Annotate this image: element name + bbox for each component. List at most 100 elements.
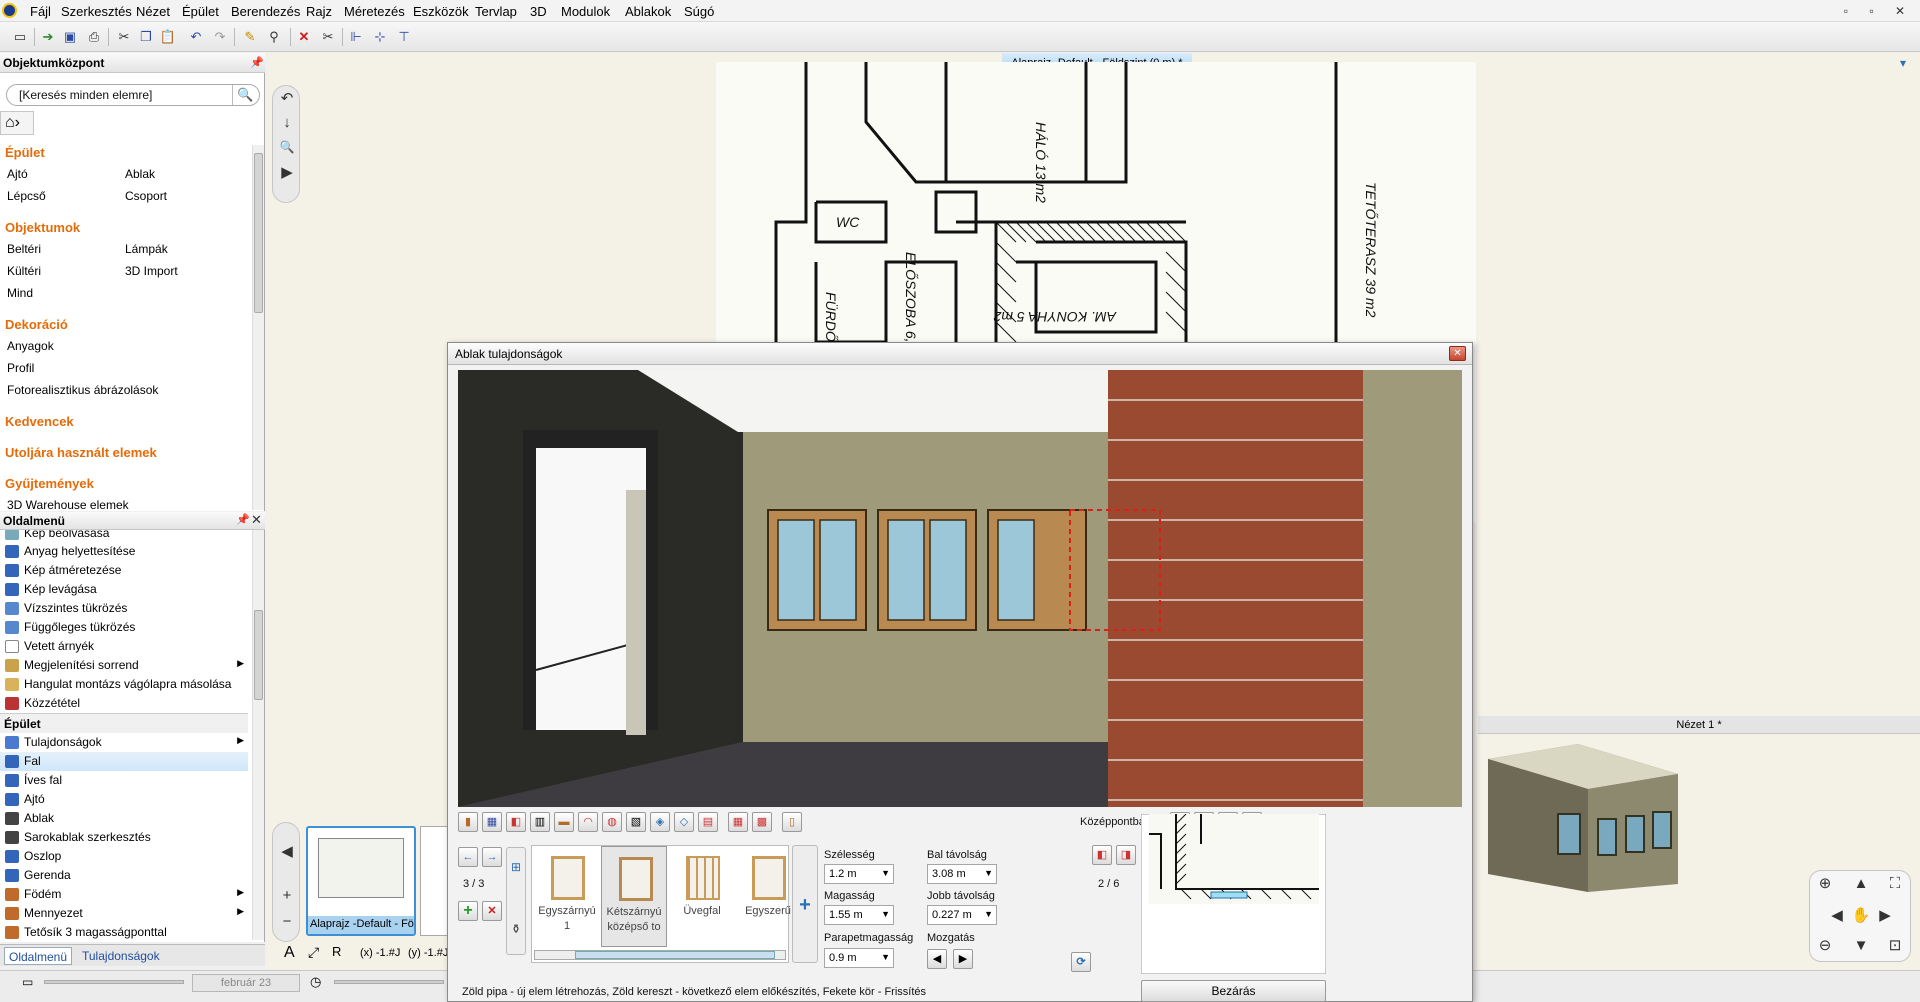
- parapet-field[interactable]: 0.9 m ▼: [824, 948, 894, 968]
- pan-left-icon[interactable]: ◀: [1826, 905, 1848, 927]
- side-item-roof-plane[interactable]: Tetősík 3 magasságponttal: [0, 923, 248, 940]
- menu-layout[interactable]: Tervlap: [475, 4, 517, 19]
- side-item-crop-image[interactable]: Kép levágása: [0, 580, 248, 599]
- mini-plan-view[interactable]: [1141, 814, 1326, 974]
- width-field[interactable]: 1.2 m ▼: [824, 864, 894, 884]
- side-item-properties[interactable]: Tulajdonságok ▶: [0, 733, 248, 752]
- category-objects[interactable]: Objektumok: [5, 220, 80, 235]
- paint-tool-icon[interactable]: ◍: [602, 812, 622, 832]
- tab-side-menu[interactable]: Oldalmenü: [4, 947, 73, 965]
- date-field[interactable]: február 23: [192, 974, 300, 992]
- menu-dimension[interactable]: Méretezés: [344, 4, 405, 19]
- home-breadcrumb-icon[interactable]: ⌂›: [0, 111, 34, 135]
- wall-tool-icon[interactable]: ▤: [698, 812, 718, 832]
- copy-icon[interactable]: ❐: [136, 27, 156, 47]
- close-icon[interactable]: ✕: [251, 512, 262, 528]
- redo-icon[interactable]: ↷: [210, 27, 230, 47]
- menu-edit[interactable]: Szerkesztés: [61, 4, 132, 19]
- tab-properties[interactable]: Tulajdonságok: [78, 947, 164, 965]
- pan-up-icon[interactable]: ▲: [1850, 873, 1872, 895]
- menu-furniture[interactable]: Berendezés: [231, 4, 300, 19]
- obj-indoor[interactable]: Beltéri: [7, 242, 41, 256]
- window-type-card-selected[interactable]: Kétszárnyú középső to: [601, 846, 667, 947]
- menu-view[interactable]: Nézet: [136, 4, 170, 19]
- scroll-down-icon[interactable]: ↓: [276, 112, 298, 134]
- prev-page-icon[interactable]: ◀: [276, 841, 298, 863]
- play-icon[interactable]: ▶: [276, 162, 298, 184]
- brush-icon[interactable]: ✎: [240, 27, 260, 47]
- height-field[interactable]: 1.55 m ▼: [824, 905, 894, 925]
- move-left-icon[interactable]: ◀: [927, 949, 947, 969]
- zoom-window-icon[interactable]: ⊡: [1884, 935, 1906, 957]
- pin-icon[interactable]: 📌: [236, 513, 250, 526]
- align-top-icon[interactable]: ⊤: [394, 27, 414, 47]
- menu-tools[interactable]: Eszközök: [413, 4, 469, 19]
- close-button[interactable]: Bezárás: [1141, 980, 1326, 1002]
- menu-help[interactable]: Súgó: [684, 4, 714, 19]
- refresh-icon[interactable]: ⟳: [1071, 952, 1091, 972]
- 3d-view-tab[interactable]: Nézet 1 *: [1478, 716, 1920, 734]
- prev-view-icon[interactable]: ◧: [1092, 845, 1112, 865]
- frame-tool-icon[interactable]: ▯: [782, 812, 802, 832]
- obj-materials[interactable]: Anyagok: [7, 339, 54, 353]
- side-item-slab[interactable]: Födém ▶: [0, 885, 248, 904]
- close-icon[interactable]: ✕: [1449, 346, 1466, 361]
- pan-right-icon[interactable]: ▶: [1874, 905, 1896, 927]
- add-page-icon[interactable]: +: [276, 885, 298, 907]
- side-item-ceiling[interactable]: Mennyezet ▶: [0, 904, 248, 923]
- print-icon[interactable]: ⎙: [84, 27, 104, 47]
- page-thumbnail[interactable]: Alaprajz -Default - Föld: [306, 826, 416, 936]
- next-view-icon[interactable]: ◨: [1116, 845, 1136, 865]
- pick-icon[interactable]: ⚲: [264, 27, 284, 47]
- cut-elements-icon[interactable]: ✂: [318, 27, 338, 47]
- save-icon[interactable]: ▣: [60, 27, 80, 47]
- side-item-mood-montage[interactable]: Hangulat montázs vágólapra másolása: [0, 675, 248, 694]
- paint-bucket-icon[interactable]: ⚱: [505, 918, 527, 940]
- side-item-shadow[interactable]: Vetett árnyék: [0, 637, 248, 656]
- side-item-replace-material[interactable]: Anyag helyettesítése: [0, 542, 248, 561]
- add-icon[interactable]: +: [458, 901, 478, 921]
- image-tool-icon[interactable]: ▧: [626, 812, 646, 832]
- material-tool-icon[interactable]: ◧: [506, 812, 526, 832]
- side-item-curved-wall[interactable]: Íves fal: [0, 771, 248, 790]
- obj-photorealistic[interactable]: Fotorealisztikus ábrázolások: [7, 383, 158, 397]
- radius-icon[interactable]: R: [332, 944, 341, 959]
- time-slider[interactable]: [44, 980, 184, 984]
- next-arrow-icon[interactable]: →: [482, 847, 502, 867]
- new-file-icon[interactable]: ▭: [10, 27, 30, 47]
- screen-icon[interactable]: ▭: [22, 975, 33, 989]
- text-tool-icon[interactable]: A: [284, 944, 295, 962]
- obj-door[interactable]: Ajtó: [7, 167, 28, 181]
- remove-page-icon[interactable]: −: [276, 911, 298, 933]
- side-item-resize-image[interactable]: Kép átméretezése: [0, 561, 248, 580]
- window-type-card[interactable]: Egyszárnyú 1: [534, 846, 600, 947]
- delete-icon[interactable]: ✕: [294, 27, 314, 47]
- menu-draw[interactable]: Rajz: [306, 4, 332, 19]
- category-collections[interactable]: Gyűjtemények: [5, 476, 94, 491]
- prev-arrow-icon[interactable]: ←: [458, 847, 478, 867]
- menu-3d[interactable]: 3D: [530, 4, 547, 19]
- category-decoration[interactable]: Dekoráció: [5, 317, 68, 332]
- menu-modules[interactable]: Modulok: [561, 4, 610, 19]
- obj-stairs[interactable]: Lépcső: [7, 189, 46, 203]
- window-type-card[interactable]: Üvegfal: [669, 846, 735, 947]
- hour-slider[interactable]: [334, 980, 444, 984]
- zoom-icon[interactable]: 🔍: [276, 136, 298, 158]
- hand-icon[interactable]: ✋: [1850, 905, 1872, 927]
- side-item-beam[interactable]: Gerenda: [0, 866, 248, 885]
- side-menu-scrollbar[interactable]: [252, 530, 264, 940]
- snap-icon[interactable]: ⤢: [308, 944, 319, 961]
- category-recent[interactable]: Utoljára használt elemek: [5, 445, 157, 460]
- paste-icon[interactable]: 📋: [158, 27, 178, 47]
- align-center-icon[interactable]: ⊹: [370, 27, 390, 47]
- window-3d-preview[interactable]: [458, 370, 1462, 807]
- move-right-icon[interactable]: ▶: [953, 949, 973, 969]
- open-icon[interactable]: ➔: [38, 27, 58, 47]
- clock-icon[interactable]: ◷: [310, 974, 321, 990]
- side-item-display-order[interactable]: Megjelenítési sorrend ▶: [0, 656, 248, 675]
- menu-file[interactable]: Fájl: [30, 4, 51, 19]
- obj-profile[interactable]: Profil: [7, 361, 34, 375]
- obj-outdoor[interactable]: Kültéri: [7, 264, 41, 278]
- cut-icon[interactable]: ✂: [114, 27, 134, 47]
- door-tool-icon[interactable]: ▮: [458, 812, 478, 832]
